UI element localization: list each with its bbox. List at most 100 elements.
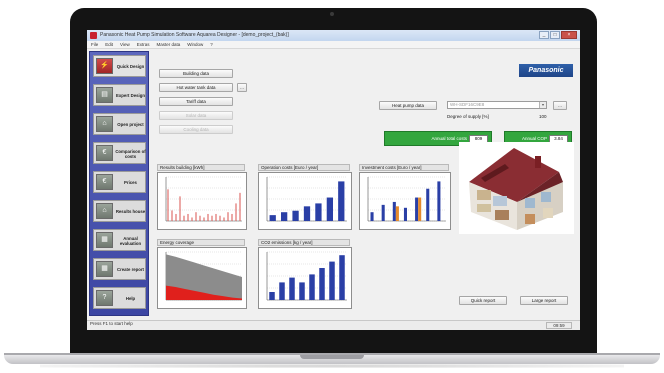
bar: [289, 277, 295, 300]
close-button[interactable]: ×: [561, 31, 577, 39]
camera: [330, 12, 334, 16]
bar: [437, 181, 441, 221]
sidebar-item-label: Results house: [115, 209, 146, 214]
sidebar-item-quick-design[interactable]: ⚡ Quick Design: [93, 55, 146, 77]
energy-coverage-chart: [165, 251, 242, 301]
bar: [338, 181, 345, 221]
sidebar-item-annual-evaluation[interactable]: ▦ Annual evaluation: [93, 229, 146, 251]
investment-costs-chart: [367, 176, 446, 222]
status-bar: Press F1 to start help 09:59: [87, 320, 580, 330]
bar: [309, 274, 315, 300]
heat-pump-extra-button[interactable]: ...: [553, 101, 567, 110]
results-building-chart-box: [157, 172, 247, 230]
bar: [179, 196, 181, 221]
bar: [199, 215, 201, 221]
sidebar-item-expert-design[interactable]: ▤ Expert Design: [93, 84, 146, 106]
app-icon: [90, 32, 97, 39]
sidebar-item-help[interactable]: ? Help: [93, 287, 146, 309]
status-text: Press F1 to start help: [90, 321, 133, 326]
building-data-button[interactable]: Building data: [159, 69, 233, 78]
bar: [395, 206, 399, 221]
bar: [315, 203, 322, 221]
solar-data-button[interactable]: Solar data: [159, 111, 233, 120]
bar: [279, 282, 285, 300]
annual-cop-label: Annual COP: [521, 136, 547, 141]
menu-view[interactable]: View: [120, 41, 130, 48]
sidebar-item-open-project[interactable]: ⌂ Open project: [93, 113, 146, 135]
operation-costs-chart: [266, 176, 347, 222]
window-controls: _ □ ×: [538, 31, 577, 40]
panasonic-logo: Panasonic: [519, 64, 573, 77]
sidebar-item-comparison[interactable]: € Comparison of costs: [93, 142, 146, 164]
bar: [207, 213, 209, 221]
heat-pump-value: WH-SDF16C9E8: [450, 102, 485, 107]
degree-of-supply-value: 100: [539, 114, 547, 119]
bar: [183, 215, 185, 221]
annual-evaluation-icon: ▦: [96, 232, 113, 248]
bar: [223, 217, 225, 221]
bar: [231, 213, 233, 221]
title-bar: Panasonic Heat Pump Simulation Software …: [87, 30, 580, 41]
bar: [187, 213, 189, 221]
co2-emissions-chart-box: [258, 247, 352, 309]
menu-extras[interactable]: Extras: [137, 41, 150, 48]
expert-design-icon: ▤: [96, 87, 113, 103]
bar: [403, 207, 407, 221]
sidebar-item-prices[interactable]: € Prices: [93, 171, 146, 193]
bar: [281, 212, 288, 221]
bar: [299, 282, 305, 300]
menu-file[interactable]: File: [91, 41, 98, 48]
sidebar-item-label: Create report: [117, 267, 144, 272]
app-window: Panasonic Heat Pump Simulation Software …: [87, 30, 580, 330]
heat-pump-select[interactable]: WH-SDF16C9E8 ▾: [447, 101, 547, 109]
sidebar-item-label: Comparison of costs: [115, 148, 146, 159]
tariff-data-button[interactable]: Tariff data: [159, 97, 233, 106]
menu-edit[interactable]: Edit: [105, 41, 113, 48]
hot-water-extra-button[interactable]: ...: [237, 83, 247, 92]
sidebar-item-create-report[interactable]: ▦ Create report: [93, 258, 146, 280]
bar: [269, 292, 275, 300]
energy-coverage-title: Energy coverage: [157, 239, 245, 246]
quick-report-button[interactable]: Quick report: [459, 296, 507, 305]
bar: [370, 212, 374, 221]
co2-emissions-title: CO2 emissions [kg / year]: [258, 239, 350, 246]
minimize-button[interactable]: _: [539, 31, 549, 39]
investment-costs-chart-box: [359, 172, 451, 230]
window-title: Panasonic Heat Pump Simulation Software …: [100, 32, 289, 38]
sidebar-item-label: Help: [125, 296, 136, 301]
laptop-shadow: [40, 364, 624, 368]
sidebar: ⚡ Quick Design ▤ Expert Design ⌂ Open pr…: [89, 51, 149, 316]
menu-master-data[interactable]: Master data: [156, 41, 180, 48]
bar: [329, 261, 335, 300]
create-report-icon: ▦: [96, 261, 113, 277]
heat-pump-data-button[interactable]: Heat pump data: [379, 101, 437, 110]
bar: [303, 206, 311, 221]
status-time: 09:59: [546, 322, 572, 329]
maximize-button[interactable]: □: [550, 31, 560, 39]
bar: [326, 197, 333, 221]
cooling-data-button[interactable]: Cooling data: [159, 125, 233, 134]
bar: [203, 217, 205, 221]
bar: [381, 204, 385, 221]
bar: [211, 215, 213, 221]
results-building-chart: [165, 176, 242, 222]
open-project-icon: ⌂: [96, 116, 113, 132]
bar: [415, 197, 419, 221]
results-house-icon: ⌂: [96, 203, 113, 219]
sidebar-item-label: Expert Design: [116, 93, 145, 98]
bar: [269, 215, 276, 221]
bar: [339, 255, 345, 300]
sidebar-item-results-house[interactable]: ⌂ Results house: [93, 200, 146, 222]
bar: [292, 210, 299, 221]
menu-help[interactable]: ?: [210, 41, 213, 48]
investment-costs-title: Investment costs [Euro / year]: [359, 164, 449, 171]
chevron-down-icon: ▾: [539, 102, 546, 108]
large-report-button[interactable]: Large report: [520, 296, 568, 305]
menu-window[interactable]: Window: [187, 41, 203, 48]
bar: [191, 217, 193, 221]
hot-water-tank-button[interactable]: Hot water tank data: [159, 83, 233, 92]
results-building-title: Results building [kWh]: [157, 164, 245, 171]
operation-costs-title: Operation costs [Euro / year]: [258, 164, 350, 171]
degree-of-supply-label: Degree of supply [%]: [447, 114, 489, 119]
bar: [215, 213, 217, 221]
